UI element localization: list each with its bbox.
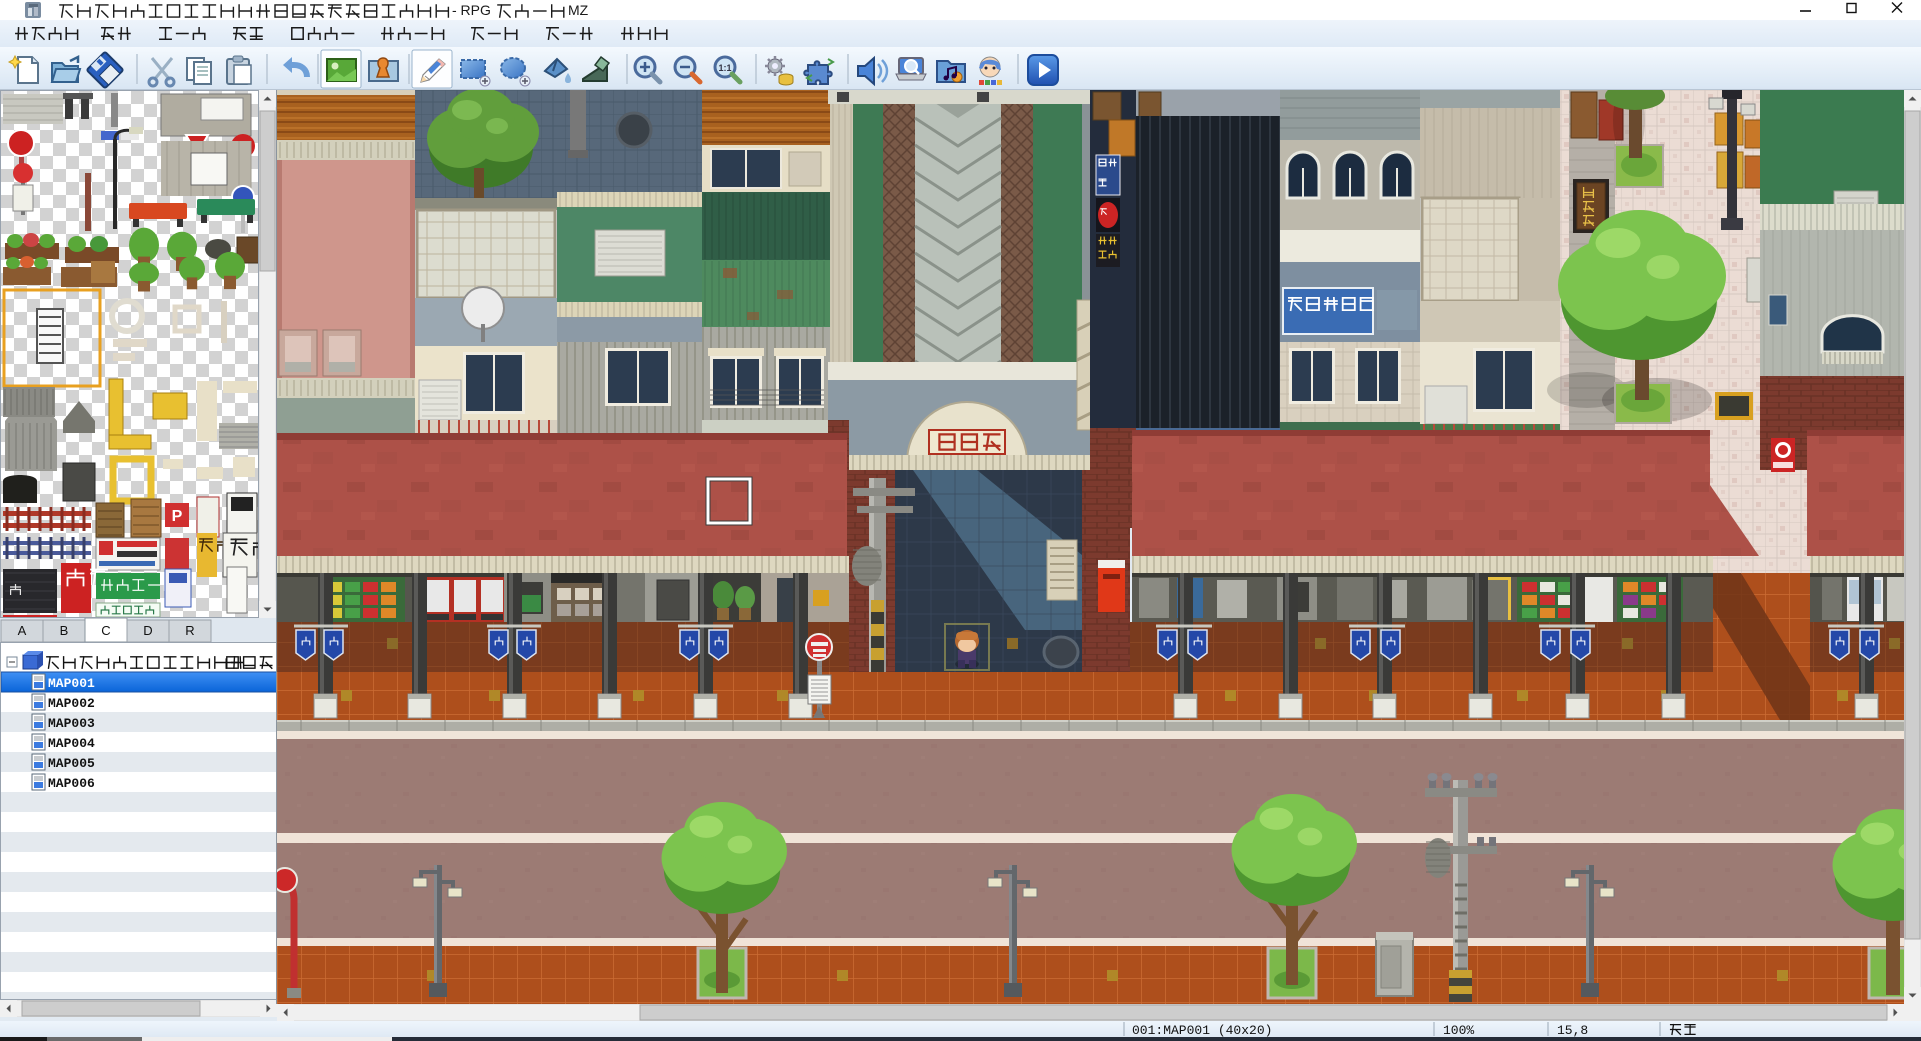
svg-text:1:1: 1:1: [718, 63, 731, 73]
svg-text:001:MAP001 (40x20): 001:MAP001 (40x20): [1132, 1023, 1272, 1037]
svg-text:MAP001: MAP001: [48, 676, 95, 691]
svg-text:B: B: [60, 623, 69, 638]
svg-text:MAP002: MAP002: [48, 696, 95, 711]
svg-text:MAP004: MAP004: [48, 736, 95, 751]
svg-text:R: R: [185, 623, 194, 638]
svg-text:C: C: [101, 623, 110, 638]
svg-text:100%: 100%: [1443, 1023, 1474, 1037]
svg-text:MZ: MZ: [568, 2, 589, 18]
svg-text:MAP003: MAP003: [48, 716, 95, 731]
svg-text:MAP006: MAP006: [48, 776, 95, 791]
svg-text:A: A: [18, 623, 27, 638]
svg-text:15,8: 15,8: [1557, 1023, 1588, 1037]
svg-text:- RPG: - RPG: [452, 2, 491, 18]
svg-text:P: P: [172, 508, 183, 525]
svg-text:D: D: [143, 623, 152, 638]
svg-text:MAP005: MAP005: [48, 756, 95, 771]
